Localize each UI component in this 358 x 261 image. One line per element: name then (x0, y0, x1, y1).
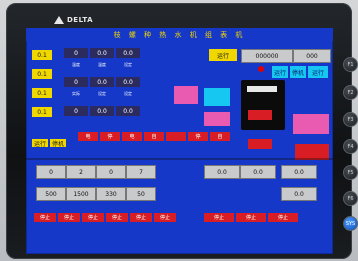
caption-4: 实际 (72, 91, 80, 96)
screen-title: 枝 螺 种 热 水 机 组 表 机 (26, 28, 333, 41)
brand-text: DELTA (67, 16, 94, 24)
display-top-right: 000 (293, 49, 331, 63)
f5-key[interactable]: F5 (343, 165, 358, 180)
mid-red-4[interactable]: 自 (144, 132, 164, 141)
red-block-2 (248, 139, 272, 149)
bottom-right-1: 0.0 (204, 165, 240, 179)
pink-block-3 (293, 114, 329, 134)
sub-label-2: 停机 (290, 66, 306, 78)
cyan-block-1 (204, 88, 230, 106)
mid-red-7[interactable]: 自 (210, 132, 230, 141)
bottom-input-3[interactable]: 0 (96, 165, 126, 179)
readout-r2-1: 0 (64, 77, 88, 87)
mid-red-3[interactable]: 电 (122, 132, 142, 141)
bottom-row2-4[interactable]: 50 (126, 187, 156, 201)
bottom-btn-3[interactable]: 停止 (82, 213, 104, 222)
delta-logo-icon (54, 16, 64, 24)
left-value-1[interactable]: 0.1 (32, 50, 52, 60)
caption-5: 设定 (98, 91, 106, 96)
readout-r2-3: 0.0 (116, 77, 140, 87)
bottom-input-1[interactable]: 0 (36, 165, 66, 179)
bottom-btn-4[interactable]: 停止 (106, 213, 128, 222)
bottom-row2-1[interactable]: 500 (36, 187, 66, 201)
f4-key[interactable]: F4 (343, 139, 358, 154)
readout-r3-1: 0 (64, 106, 88, 116)
pink-block-2 (204, 112, 230, 126)
brand: DELTA (54, 15, 93, 25)
caption-3: 设定 (124, 62, 132, 67)
bottom-btn-6[interactable]: 停止 (154, 213, 176, 222)
readout-r1-1: 0 (64, 48, 88, 58)
bottom-row2-2[interactable]: 1500 (66, 187, 96, 201)
readout-r3-2: 0.0 (90, 106, 114, 116)
bottom-input-2[interactable]: 2 (66, 165, 96, 179)
left-value-3[interactable]: 0.1 (32, 88, 52, 98)
mid-red-1[interactable]: 电 (78, 132, 98, 141)
side-label-2: 停机 (50, 139, 66, 148)
f1-key[interactable]: F1 (343, 57, 358, 72)
mid-red-6[interactable]: 停 (188, 132, 208, 141)
caption-6: 设定 (124, 91, 132, 96)
left-value-4[interactable]: 0.1 (32, 107, 52, 117)
alarm-indicator (258, 66, 264, 72)
red-block-1 (248, 110, 272, 120)
display-top: 000000 (241, 49, 293, 63)
bottom-btn-7[interactable]: 停止 (204, 213, 234, 222)
bottom-right-3: 0.0 (281, 165, 317, 179)
mid-red-2[interactable]: 停 (100, 132, 120, 141)
readout-r2-2: 0.0 (90, 77, 114, 87)
hmi-screen: 枝 螺 种 热 水 机 组 表 机 0.1 0.1 0.1 0.1 0 0.0 … (26, 28, 333, 254)
mid-red-5[interactable] (166, 132, 186, 141)
f3-key[interactable]: F3 (343, 112, 358, 127)
bottom-btn-8[interactable]: 停止 (236, 213, 266, 222)
caption-2: 温度 (98, 62, 106, 67)
readout-r1-3: 0.0 (116, 48, 140, 58)
sub-label-1: 运行 (272, 66, 288, 78)
pink-block-1 (174, 86, 198, 104)
bottom-right-4: 0.0 (281, 187, 317, 201)
left-value-2[interactable]: 0.1 (32, 69, 52, 79)
bottom-btn-5[interactable]: 停止 (130, 213, 152, 222)
sys-key[interactable]: SYS (343, 216, 358, 231)
status-label: 运行 (209, 49, 237, 61)
readout-r3-3: 0.0 (116, 106, 140, 116)
f6-key[interactable]: F6 (343, 191, 358, 206)
bottom-btn-9[interactable]: 停止 (268, 213, 298, 222)
bottom-right-2: 0.0 (240, 165, 276, 179)
sub-label-3: 运行 (308, 66, 328, 78)
hmi-photo: DELTA F1 F2 F3 F4 F5 F6 SYS 枝 螺 种 热 水 机 … (0, 0, 358, 261)
bottom-row2-3[interactable]: 330 (96, 187, 126, 201)
readout-r1-2: 0.0 (90, 48, 114, 58)
f2-key[interactable]: F2 (343, 85, 358, 100)
bottom-input-4[interactable]: 7 (126, 165, 156, 179)
divider (26, 158, 333, 160)
caption-1: 温度 (72, 62, 80, 67)
side-label-1: 运行 (32, 139, 48, 148)
tank-level (247, 86, 277, 92)
bottom-btn-1[interactable]: 停止 (34, 213, 56, 222)
bottom-btn-2[interactable]: 停止 (58, 213, 80, 222)
